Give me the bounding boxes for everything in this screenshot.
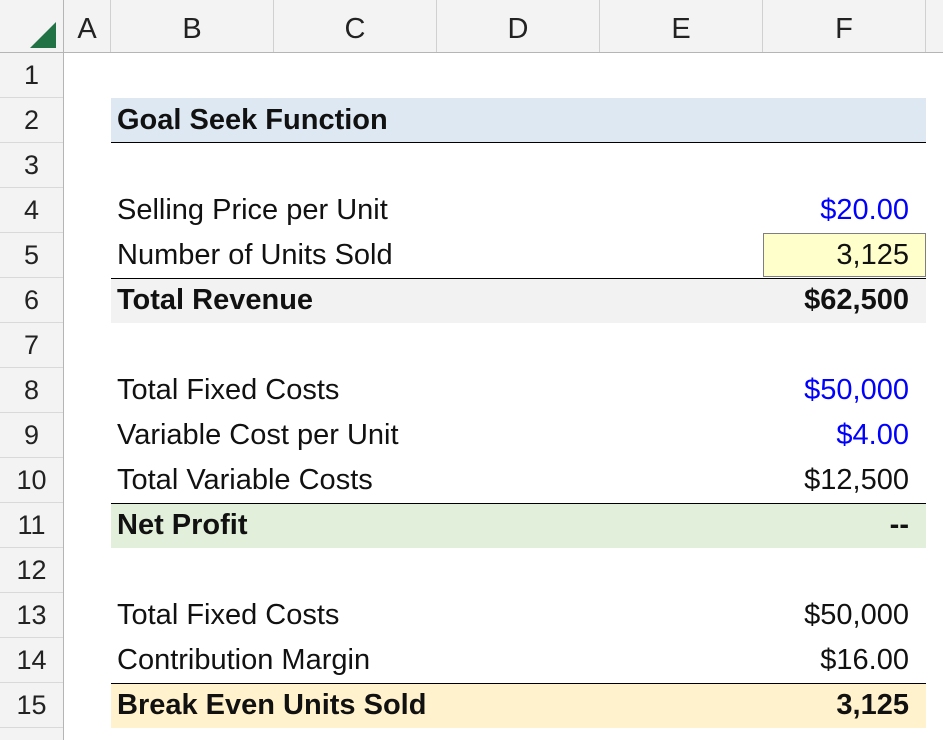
row-header-15[interactable]: 15: [0, 683, 63, 728]
row-header-12[interactable]: 12: [0, 548, 63, 593]
row-header-10[interactable]: 10: [0, 458, 63, 503]
net-profit-label[interactable]: Net Profit: [117, 503, 248, 548]
total-variable-costs-value[interactable]: $12,500: [804, 458, 909, 503]
total-variable-costs-label[interactable]: Total Variable Costs: [117, 458, 373, 503]
row-header-14[interactable]: 14: [0, 638, 63, 683]
contribution-margin-value[interactable]: $16.00: [820, 638, 909, 683]
column-header-b[interactable]: B: [111, 0, 274, 52]
fixed-costs-label[interactable]: Total Fixed Costs: [117, 368, 339, 413]
select-all-triangle-icon: [30, 22, 56, 48]
row-header-column: 1 2 3 4 5 6 7 8 9 10 11 12 13 14 15: [0, 53, 64, 740]
row-header-8[interactable]: 8: [0, 368, 63, 413]
row-header-2[interactable]: 2: [0, 98, 63, 143]
net-profit-value[interactable]: --: [890, 503, 909, 548]
row-header-13[interactable]: 13: [0, 593, 63, 638]
row-header-3[interactable]: 3: [0, 143, 63, 188]
spreadsheet: A B C D E F 1 2 3 4 5 6 7 8 9 10 11 12 1…: [0, 0, 943, 740]
row-header-6[interactable]: 6: [0, 278, 63, 323]
column-header-d[interactable]: D: [437, 0, 600, 52]
row-header-11[interactable]: 11: [0, 503, 63, 548]
break-even-units-value[interactable]: 3,125: [836, 683, 909, 728]
variable-cost-per-unit-value[interactable]: $4.00: [836, 413, 909, 458]
sheet-title[interactable]: Goal Seek Function: [117, 98, 388, 143]
column-header-c[interactable]: C: [274, 0, 437, 52]
fixed-costs-2-value[interactable]: $50,000: [804, 593, 909, 638]
break-even-units-label[interactable]: Break Even Units Sold: [117, 683, 426, 728]
contribution-margin-label[interactable]: Contribution Margin: [117, 638, 370, 683]
row-header-5[interactable]: 5: [0, 233, 63, 278]
fixed-costs-2-label[interactable]: Total Fixed Costs: [117, 593, 339, 638]
selling-price-value[interactable]: $20.00: [820, 188, 909, 233]
selling-price-label[interactable]: Selling Price per Unit: [117, 188, 388, 233]
column-header-row: A B C D E F: [0, 0, 943, 53]
total-revenue-value[interactable]: $62,500: [804, 278, 909, 323]
row-header-4[interactable]: 4: [0, 188, 63, 233]
column-header-e[interactable]: E: [600, 0, 763, 52]
column-header-a[interactable]: A: [64, 0, 111, 52]
units-sold-value[interactable]: 3,125: [836, 233, 909, 278]
row-header-7[interactable]: 7: [0, 323, 63, 368]
select-all-button[interactable]: [0, 0, 64, 52]
total-revenue-label[interactable]: Total Revenue: [117, 278, 313, 323]
row-header-9[interactable]: 9: [0, 413, 63, 458]
row-header-1[interactable]: 1: [0, 53, 63, 98]
variable-cost-per-unit-label[interactable]: Variable Cost per Unit: [117, 413, 399, 458]
column-header-f[interactable]: F: [763, 0, 926, 52]
units-sold-label[interactable]: Number of Units Sold: [117, 233, 393, 278]
fixed-costs-value[interactable]: $50,000: [804, 368, 909, 413]
